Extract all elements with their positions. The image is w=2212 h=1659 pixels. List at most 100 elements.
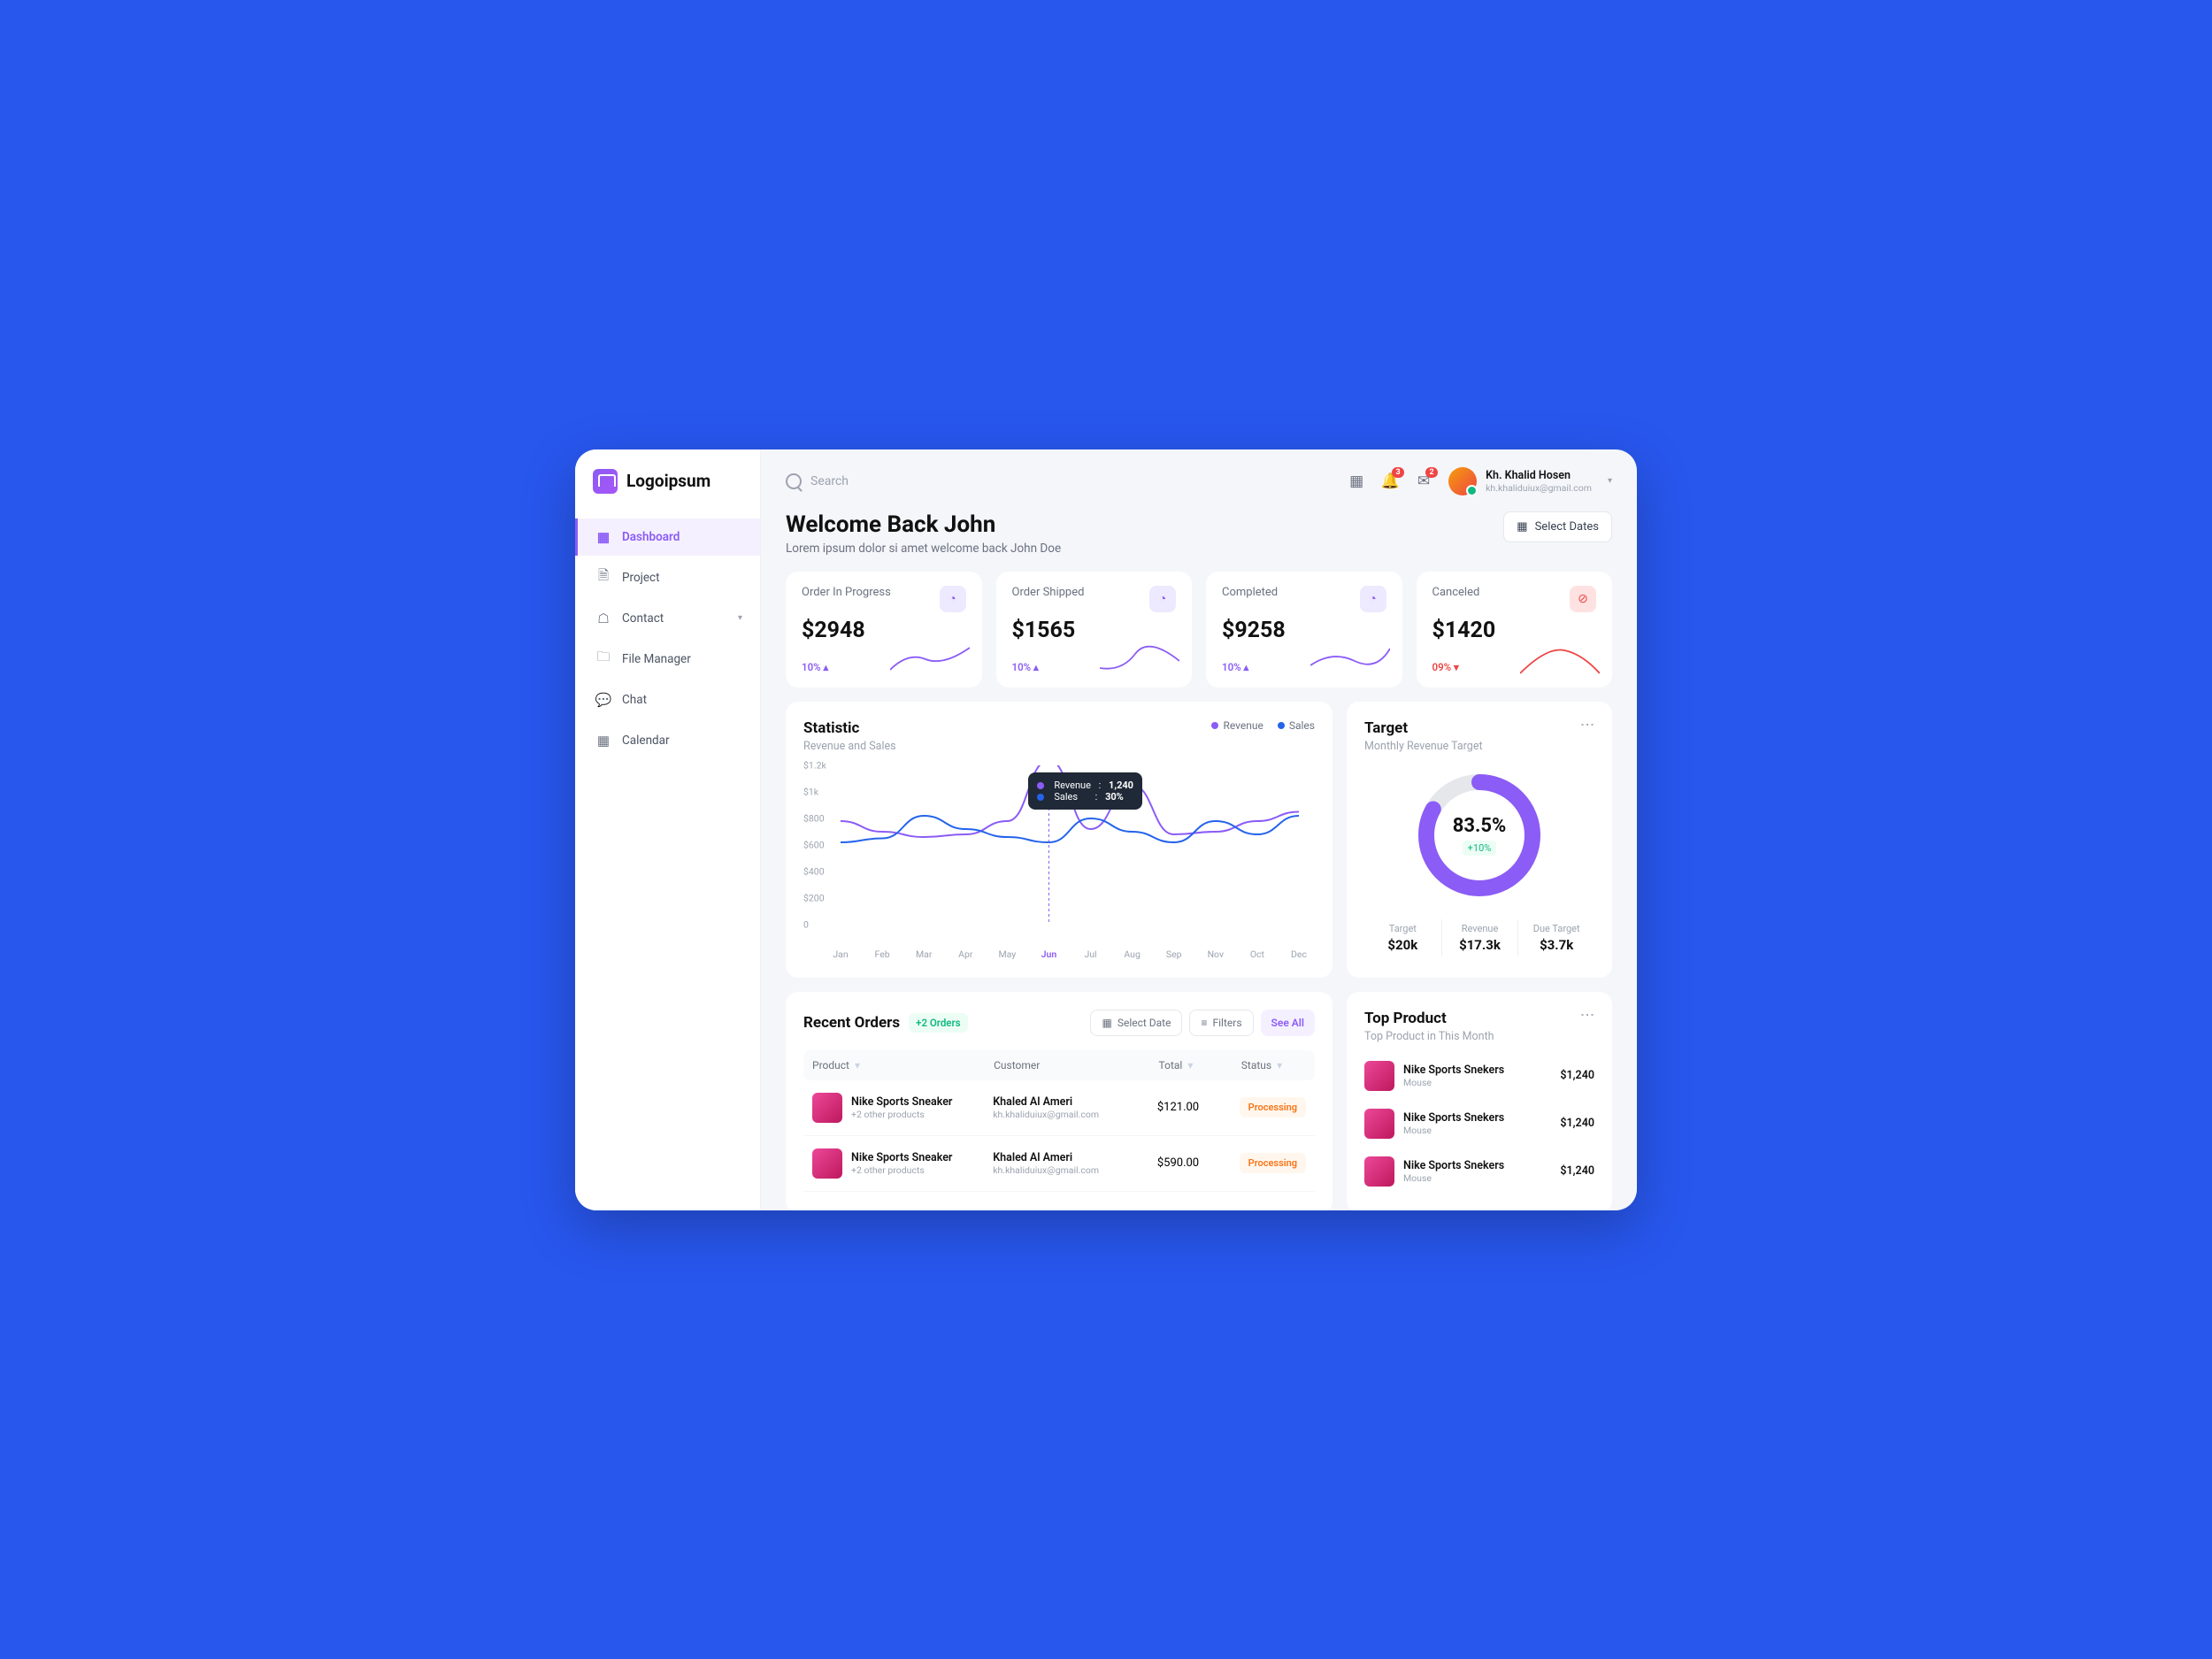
stat-card[interactable]: Completed ◔ $9258 10% ▴ (1206, 572, 1402, 687)
stat-label: Order In Progress (802, 586, 891, 599)
sidebar-item-dashboard[interactable]: ▦ Dashboard (575, 518, 760, 556)
order-total: $590.00 (1148, 1148, 1231, 1179)
product-price: $1,240 (1560, 1164, 1594, 1178)
main: Search ▦ 🔔3 ✉2 Kh. Khalid Hosen kh.khali… (761, 449, 1637, 1210)
product-price: $1,240 (1560, 1069, 1594, 1082)
select-date-button[interactable]: ▦Select Date (1090, 1010, 1182, 1036)
chart-legend: Revenue Sales (1211, 719, 1315, 732)
status-badge: Processing (1240, 1097, 1306, 1118)
target-panel: ⋮ Target Monthly Revenue Target 83.5% +1… (1347, 702, 1612, 978)
stat-value: $1420 (1432, 618, 1597, 643)
product-sub: +2 other products (851, 1164, 952, 1176)
product-name: Nike Sports Snekers (1403, 1159, 1504, 1172)
sidebar-item-calendar[interactable]: ▦ Calendar (575, 722, 760, 759)
page-subtitle: Lorem ipsum dolor si amet welcome back J… (786, 541, 1061, 556)
product-name: Nike Sports Sneaker (851, 1095, 952, 1109)
page-title: Welcome Back John (786, 511, 1061, 538)
customer-name: Khaled Al Ameri (993, 1095, 1099, 1109)
stat-card[interactable]: Order In Progress ◔ $2948 10% ▴ (786, 572, 982, 687)
user-menu[interactable]: Kh. Khalid Hosen kh.khaliduiux@gmail.com… (1448, 467, 1612, 495)
mail-badge: 2 (1425, 467, 1438, 478)
bell-button[interactable]: 🔔3 (1381, 472, 1399, 490)
calendar-button[interactable]: ▦ (1348, 472, 1365, 490)
product-sub: Mouse (1403, 1172, 1504, 1184)
stat-label: Completed (1222, 586, 1278, 599)
brand[interactable]: Logoipsum (575, 449, 760, 510)
top-product-item[interactable]: Nike Sports SnekersMouse $1,240 (1364, 1100, 1594, 1148)
document-icon: 🗎 (595, 570, 611, 586)
top-product-title: Top Product (1364, 1010, 1594, 1027)
table-row[interactable]: Nike Sports Sneaker+2 other products Kha… (803, 1080, 1315, 1136)
product-name: Nike Sports Snekers (1403, 1111, 1504, 1125)
product-sub: +2 other products (851, 1109, 952, 1120)
product-name: Nike Sports Snekers (1403, 1064, 1504, 1077)
customer-email: kh.khaliduiux@gmail.com (993, 1164, 1099, 1176)
status-badge: Processing (1240, 1153, 1306, 1173)
target-metric: Target$20k (1364, 919, 1441, 956)
product-image (1364, 1109, 1394, 1139)
customer-email: kh.khaliduiux@gmail.com (993, 1109, 1099, 1120)
target-metric: Due Target$3.7k (1517, 919, 1594, 956)
calendar-icon: ▦ (1102, 1017, 1111, 1029)
brand-name: Logoipsum (626, 471, 710, 491)
calendar-icon: ▦ (595, 733, 611, 749)
select-dates-button[interactable]: ▦ Select Dates (1503, 511, 1612, 542)
stat-label: Canceled (1432, 586, 1480, 599)
sort-icon: ▾ (1277, 1059, 1282, 1071)
topbar: Search ▦ 🔔3 ✉2 Kh. Khalid Hosen kh.khali… (761, 449, 1637, 506)
more-button[interactable]: ⋮ (1579, 1008, 1596, 1023)
nav: ▦ Dashboard 🗎 Project ☖ Contact ▾ 🗀 File… (575, 510, 760, 768)
column-total[interactable]: Total ▾ (1150, 1059, 1233, 1071)
see-all-button[interactable]: See All (1261, 1010, 1315, 1036)
stat-card[interactable]: Canceled ⊘ $1420 09% ▾ (1417, 572, 1613, 687)
stat-value: $2948 (802, 618, 966, 643)
sidebar-item-label: Project (622, 571, 660, 585)
table-header: Product ▾ Customer Total ▾ Status ▾ (803, 1050, 1315, 1080)
grid-icon: ▦ (595, 529, 611, 545)
top-product-panel: ⋮ Top Product Top Product in This Month … (1347, 992, 1612, 1210)
product-image (812, 1093, 842, 1123)
target-delta: +10% (1463, 841, 1497, 856)
sidebar-item-chat[interactable]: 💬 Chat (575, 681, 760, 718)
sidebar-item-contact[interactable]: ☖ Contact ▾ (575, 600, 760, 637)
avatar (1448, 467, 1477, 495)
sidebar-item-label: Chat (622, 693, 647, 707)
target-title: Target (1364, 719, 1594, 737)
product-name: Nike Sports Sneaker (851, 1151, 952, 1164)
top-product-item[interactable]: Nike Sports SnekersMouse $1,240 (1364, 1148, 1594, 1195)
column-status[interactable]: Status ▾ (1233, 1059, 1315, 1071)
search-placeholder: Search (810, 474, 849, 488)
sidebar-item-file-manager[interactable]: 🗀 File Manager (575, 641, 760, 678)
chat-icon: 💬 (595, 692, 611, 708)
orders-title: Recent Orders (803, 1014, 900, 1032)
product-image (812, 1148, 842, 1179)
customer-name: Khaled Al Ameri (993, 1151, 1099, 1164)
target-subtitle: Monthly Revenue Target (1364, 740, 1594, 753)
sidebar-item-label: Calendar (622, 733, 670, 748)
mail-button[interactable]: ✉2 (1415, 472, 1432, 490)
sort-icon: ▾ (1187, 1059, 1193, 1071)
column-product[interactable]: Product ▾ (803, 1059, 985, 1071)
stat-card[interactable]: Order Shipped ◔ $1565 10% ▴ (996, 572, 1193, 687)
orders-badge: +2 Orders (909, 1013, 967, 1033)
sidebar-item-project[interactable]: 🗎 Project (575, 559, 760, 596)
contact-icon: ☖ (595, 611, 611, 626)
sidebar: Logoipsum ▦ Dashboard 🗎 Project ☖ Contac… (575, 449, 761, 1210)
table-row[interactable]: Nike Sports Sneaker+2 other products Kha… (803, 1136, 1315, 1192)
sort-icon: ▾ (855, 1059, 860, 1071)
statistic-subtitle: Revenue and Sales (803, 740, 896, 753)
recent-orders-panel: Recent Orders +2 Orders ▦Select Date ≡Fi… (786, 992, 1333, 1210)
product-sub: Mouse (1403, 1077, 1504, 1088)
column-customer[interactable]: Customer (985, 1059, 1149, 1071)
folder-icon: 🗀 (595, 651, 611, 667)
top-product-item[interactable]: Nike Sports SnekersMouse $1,240 (1364, 1052, 1594, 1100)
stat-icon: ◔ (1360, 586, 1386, 612)
statistic-panel: Statistic Revenue and Sales Revenue Sale… (786, 702, 1333, 978)
filters-button[interactable]: ≡Filters (1189, 1010, 1253, 1036)
calendar-icon: ▦ (1517, 520, 1527, 534)
stat-icon: ◔ (1149, 586, 1176, 612)
more-button[interactable]: ⋮ (1579, 718, 1596, 733)
search-input[interactable]: Search (786, 473, 1330, 489)
stat-value: $1565 (1012, 618, 1177, 643)
product-sub: Mouse (1403, 1125, 1504, 1136)
